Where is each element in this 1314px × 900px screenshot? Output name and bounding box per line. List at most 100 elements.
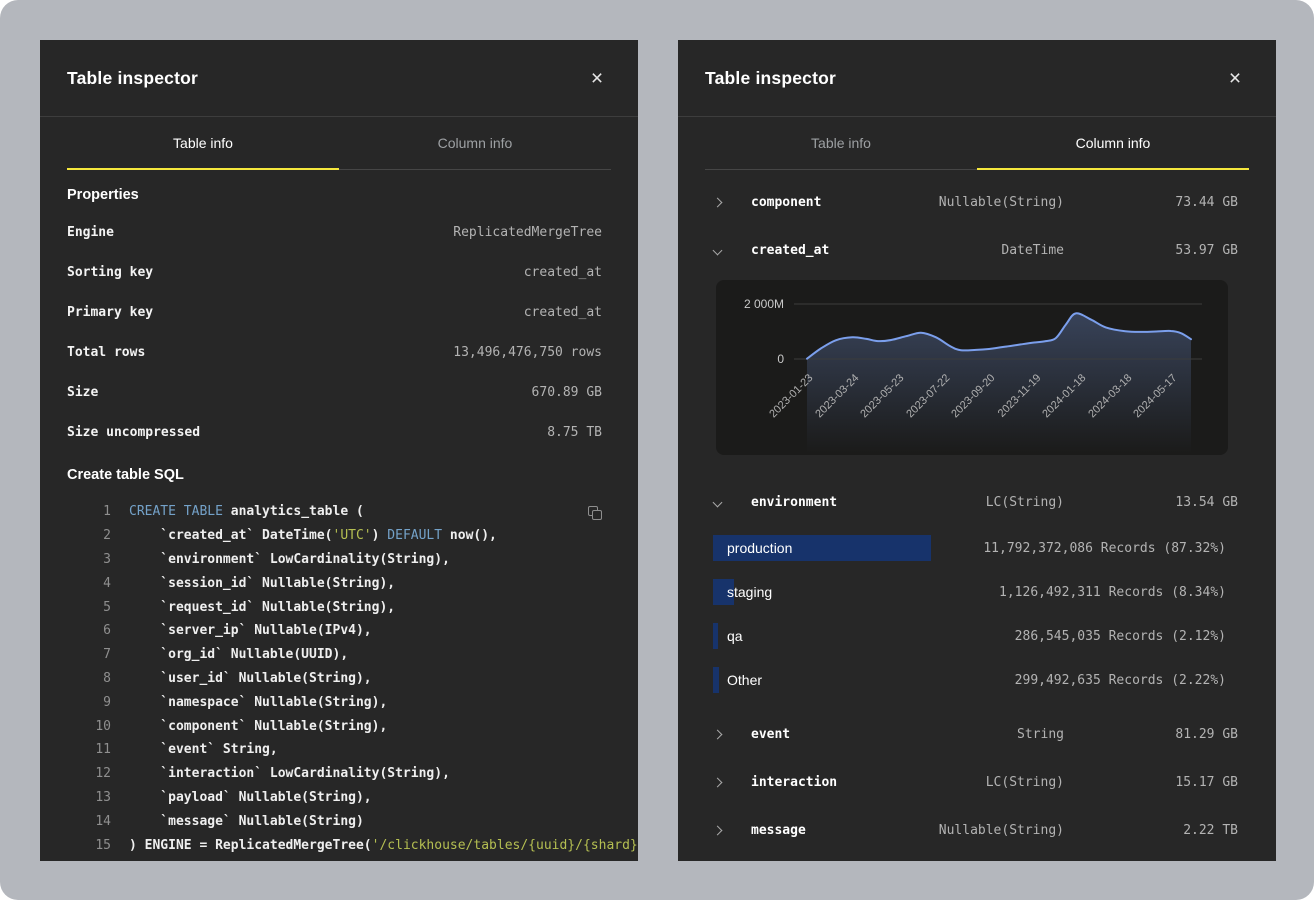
sql-line-number: 5	[67, 600, 111, 615]
sql-line-code: `user_id` Nullable(String),	[111, 671, 372, 686]
tab-table-info[interactable]: Table info	[705, 117, 977, 170]
column-type: DateTime	[904, 243, 1064, 258]
sql-line: 10 `component` Nullable(String),	[67, 714, 611, 738]
chevron-right-icon[interactable]	[700, 827, 734, 834]
sql-line-code: CREATE TABLE analytics_table (	[111, 504, 364, 519]
close-button[interactable]: ×	[1222, 65, 1248, 91]
value-label: production	[713, 540, 983, 556]
chevron-right-icon[interactable]	[700, 731, 734, 738]
property-row-size: Size 670.89 GB	[67, 372, 611, 412]
copy-sql-button[interactable]	[582, 500, 608, 526]
sql-line: 5 `request_id` Nullable(String),	[67, 595, 611, 619]
value-label: staging	[713, 584, 999, 600]
column-size: 13.54 GB	[1064, 495, 1238, 510]
column-name: component	[734, 195, 904, 210]
property-row-sorting-key: Sorting keycreated_at	[67, 252, 611, 292]
property-row-size-uncompressed: Size uncompressed8.75 TB	[67, 412, 611, 452]
column-info-scroll-area[interactable]: componentNullable(String)73.44 GBcreated…	[678, 170, 1276, 861]
property-row-engine: Engine ReplicatedMergeTree	[67, 212, 611, 252]
column-row-component[interactable]: componentNullable(String)73.44 GB	[678, 178, 1276, 226]
value-records: 1,126,492,311 Records (8.34%)	[999, 585, 1226, 600]
sql-line: 7 `org_id` Nullable(UUID),	[67, 643, 611, 667]
tab-table-info[interactable]: Table info	[67, 117, 339, 170]
value-records: 11,792,372,086 Records (87.32%)	[983, 541, 1226, 556]
sql-line-number: 12	[67, 766, 111, 781]
sql-line-number: 13	[67, 790, 111, 805]
sql-line-number: 11	[67, 742, 111, 757]
sql-line-code: `request_id` Nullable(String),	[111, 600, 395, 615]
property-row-total-rows: Total rows13,496,476,750 rows	[67, 332, 611, 372]
column-size: 15.17 GB	[1064, 775, 1238, 790]
value-label: qa	[713, 628, 1015, 644]
column-row-created_at[interactable]: created_atDateTime53.97 GB	[678, 226, 1276, 274]
sql-line: 12 `interaction` LowCardinality(String),	[67, 762, 611, 786]
column-name: event	[734, 727, 904, 742]
sql-line-number: 14	[67, 814, 111, 829]
sql-line-code: `server_ip` Nullable(IPv4),	[111, 623, 372, 638]
sql-line-code: `event` String,	[111, 742, 278, 757]
column-type: String	[904, 727, 1064, 742]
sql-line: 8 `user_id` Nullable(String),	[67, 667, 611, 691]
table-info-scroll-area[interactable]: Properties Engine ReplicatedMergeTree Sort…	[40, 170, 638, 861]
table-inspector-dialog-column-info: Table inspector × Table info Column info…	[678, 40, 1276, 861]
created-at-distribution-chart: 2 000M02023-01-232023-03-242023-05-23202…	[716, 280, 1228, 455]
value-records: 286,545,035 Records (2.12%)	[1015, 629, 1226, 644]
y-axis-label: 2 000M	[722, 297, 784, 311]
sql-line-number: 15	[67, 838, 111, 853]
tab-bar: Table info Column info	[40, 117, 638, 170]
sql-line: 13 `payload` Nullable(String),	[67, 786, 611, 810]
property-value: ReplicatedMergeTree	[453, 225, 602, 240]
column-name: created_at	[734, 243, 904, 258]
sql-line: 14 `message` Nullable(String)	[67, 809, 611, 833]
create-table-sql-heading: Create table SQL	[67, 467, 611, 483]
property-label: Engine	[67, 225, 114, 240]
column-row-interaction[interactable]: interactionLC(String)15.17 GB	[678, 758, 1276, 806]
y-axis-label: 0	[722, 352, 784, 366]
sql-line-number: 1	[67, 504, 111, 519]
environment-value-row-qa: qa286,545,035 Records (2.12%)	[678, 614, 1276, 658]
property-value: 670.89 GB	[532, 385, 602, 400]
sql-line: 3 `environment` LowCardinality(String),	[67, 548, 611, 572]
sql-line: 1CREATE TABLE analytics_table (	[67, 500, 611, 524]
sql-line: 9 `namespace` Nullable(String),	[67, 690, 611, 714]
sql-line-code: `payload` Nullable(String),	[111, 790, 372, 805]
environment-value-row-production: production11,792,372,086 Records (87.32%…	[678, 526, 1276, 570]
column-row-environment[interactable]: environmentLC(String)13.54 GB	[678, 478, 1276, 526]
sql-line: 2 `created_at` DateTime('UTC') DEFAULT n…	[67, 524, 611, 548]
sql-line: 15) ENGINE = ReplicatedMergeTree('/click…	[67, 833, 611, 857]
copy-icon	[588, 506, 602, 520]
property-value: 8.75 TB	[547, 425, 602, 440]
sql-line-code: ) ENGINE = ReplicatedMergeTree('/clickho…	[111, 838, 638, 853]
column-name: message	[734, 823, 904, 838]
dialog-header: Table inspector ×	[678, 40, 1276, 117]
chevron-right-icon[interactable]	[700, 779, 734, 786]
sql-line-number: 3	[67, 552, 111, 567]
sql-line-code: `message` Nullable(String)	[111, 814, 364, 829]
column-row-event[interactable]: eventString81.29 GB	[678, 710, 1276, 758]
table-inspector-dialog-table-info: Table inspector × Table info Column info…	[40, 40, 638, 861]
sql-line-code: `org_id` Nullable(UUID),	[111, 647, 348, 662]
column-name: environment	[734, 495, 904, 510]
close-icon: ×	[1229, 68, 1241, 89]
chevron-down-icon[interactable]	[700, 499, 734, 506]
property-label: Sorting key	[67, 265, 153, 280]
column-type: LC(String)	[904, 775, 1064, 790]
column-size: 53.97 GB	[1064, 243, 1238, 258]
sql-line-number: 4	[67, 576, 111, 591]
page-background: Table inspector × Table info Column info…	[0, 0, 1314, 900]
properties-list: Engine ReplicatedMergeTree Sorting keycrea…	[67, 212, 611, 452]
sql-code-block: 1CREATE TABLE analytics_table (2 `create…	[67, 500, 611, 857]
column-row-message[interactable]: messageNullable(String)2.22 TB	[678, 806, 1276, 854]
tab-column-info[interactable]: Column info	[339, 117, 611, 170]
chevron-down-icon[interactable]	[700, 247, 734, 254]
property-label: Size	[67, 385, 98, 400]
dialog-title: Table inspector	[705, 68, 836, 89]
properties-heading: Properties	[67, 187, 611, 203]
close-button[interactable]: ×	[584, 65, 610, 91]
tab-column-info[interactable]: Column info	[977, 117, 1249, 170]
property-row-primary-key: Primary keycreated_at	[67, 292, 611, 332]
sql-lines: 1CREATE TABLE analytics_table (2 `create…	[67, 500, 611, 857]
sql-line-number: 9	[67, 695, 111, 710]
chevron-right-icon[interactable]	[700, 199, 734, 206]
value-records: 299,492,635 Records (2.22%)	[1015, 673, 1226, 688]
